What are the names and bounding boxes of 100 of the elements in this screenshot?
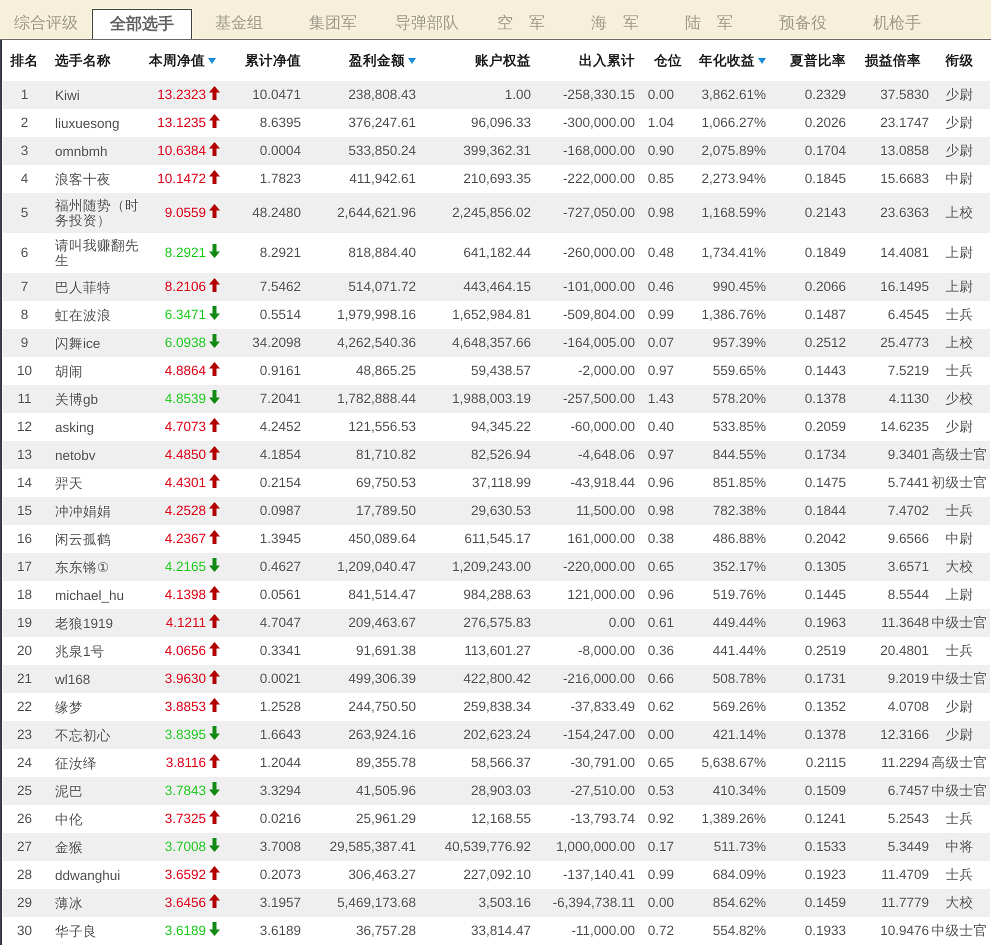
table-cell: -509,804.00 (562, 307, 635, 322)
table-cell: 士兵 (946, 307, 974, 322)
table-cell: 449.44% (712, 615, 766, 630)
table-cell: 0.1933 (804, 923, 846, 938)
table-cell: 113,601.27 (464, 643, 531, 658)
table-cell: 17,789.50 (356, 503, 416, 518)
table-cell: 士兵 (946, 867, 974, 882)
tab[interactable]: 空 军 (474, 9, 568, 39)
table-cell: 2,245,856.02 (452, 205, 531, 220)
table-cell: 28,903.03 (470, 783, 531, 798)
table-cell: 12.3166 (880, 727, 929, 742)
table-cell: -258,330.15 (562, 87, 635, 102)
table-cell: 5.3449 (888, 839, 929, 854)
table-cell: 3.7843 (164, 783, 206, 798)
table-cell: 4.4301 (164, 475, 206, 490)
table-cell: 684.09% (712, 867, 766, 882)
table-cell: 10.9476 (880, 923, 929, 938)
table-cell: 15.6683 (880, 171, 929, 186)
table-cell: 533,850.24 (348, 143, 416, 158)
tab[interactable]: 基金组 (192, 9, 286, 39)
table-cell: 闪舞ice (55, 336, 100, 350)
table-cell: 29,585,387.41 (330, 839, 416, 854)
table-cell: 0.07 (648, 335, 674, 350)
table-cell: 巴人菲特 (55, 280, 111, 294)
table-cell: ddwanghui (55, 868, 120, 882)
table-cell: 0.00 (648, 87, 674, 102)
table-cell: 2,075.89% (701, 143, 766, 158)
table-cell: 4.2528 (164, 503, 206, 518)
column-header[interactable]: 本周净值 (147, 40, 224, 81)
table-cell: 金猴 (55, 840, 83, 854)
tab[interactable]: 海 军 (568, 9, 662, 39)
table-cell: 虹在波浪 (55, 308, 111, 322)
table-cell: 0.0021 (260, 671, 301, 686)
sort-icon (408, 58, 416, 64)
table-cell: 40,539,776.92 (444, 839, 531, 854)
table-cell: 399,362.31 (463, 143, 531, 158)
table-cell: 37.5830 (880, 87, 929, 102)
table-cell: 3,503.16 (478, 895, 531, 910)
tab[interactable]: 综合评级 (0, 9, 92, 39)
column-header: 仓位 (643, 40, 682, 81)
table-cell: 老狼1919 (55, 616, 114, 630)
table-cell: 9.2019 (888, 671, 929, 686)
table-cell: 12 (16, 419, 32, 434)
table-cell: 89,355.78 (356, 755, 416, 770)
tab[interactable]: 导弹部队 (380, 9, 474, 39)
table-cell: 0.99 (648, 867, 674, 882)
table-cell: -4,648.06 (578, 447, 635, 462)
table-cell: 2,644,621.96 (337, 205, 416, 220)
tab[interactable]: 全部选手 (92, 9, 192, 39)
table-cell: 上校 (946, 335, 974, 350)
table-cell: 11.3648 (881, 615, 929, 630)
table-cell: -260,000.00 (562, 245, 635, 260)
sort-icon (208, 58, 216, 64)
table-cell: 34.2098 (252, 335, 301, 350)
table-cell: 91,691.38 (356, 643, 416, 658)
table-cell: 16.1495 (880, 279, 929, 294)
table-cell: 4.1211 (166, 615, 206, 630)
table-cell: 3.3294 (260, 783, 301, 798)
table-cell: 1.6643 (260, 727, 301, 742)
table-cell: 376,247.61 (348, 115, 416, 130)
column-header: 夏普比率 (774, 40, 854, 81)
table-cell: 26 (16, 811, 32, 826)
table-cell: -154,247.00 (562, 727, 635, 742)
table-cell: 5,638.67% (701, 755, 766, 770)
table-cell: 58,566.37 (470, 755, 531, 770)
table-cell: 22 (16, 699, 32, 714)
tab[interactable]: 预备役 (756, 9, 850, 39)
column-header: 累计净值 (224, 40, 309, 81)
table-cell: 48.2480 (252, 205, 301, 220)
table-cell: 957.39% (712, 335, 766, 350)
table-cell: 少尉 (946, 115, 974, 130)
table-cell: 少尉 (946, 87, 974, 102)
table-cell: 浪客十夜 (55, 172, 111, 186)
table-cell: 5,469,173.68 (337, 895, 416, 910)
table-cell: 3.7325 (164, 811, 206, 826)
table-cell: 25,961.29 (356, 811, 416, 826)
table-cell: 8.2106 (164, 279, 206, 294)
table-cell: 少尉 (946, 727, 974, 742)
table-cell: 0.36 (648, 643, 674, 658)
table-cell: 0.0216 (260, 811, 301, 826)
tab[interactable]: 集团军 (286, 9, 380, 39)
table-cell: 0.98 (648, 503, 674, 518)
tab[interactable]: 机枪手 (850, 9, 944, 39)
tab[interactable]: 陆 军 (662, 9, 756, 39)
table-cell: 514,071.72 (348, 279, 416, 294)
table-cell: 4 (20, 171, 28, 186)
table-cell: 0.2519 (804, 643, 846, 658)
column-header[interactable]: 盈利金额 (309, 40, 424, 81)
table-cell: 29 (16, 895, 32, 910)
table-cell: 25.4773 (880, 335, 929, 350)
table-cell: 中尉 (946, 531, 974, 546)
table-cell: 4.1398 (164, 587, 206, 602)
table-cell: 1.2044 (260, 755, 301, 770)
table-cell: 不忘初心 (55, 728, 111, 742)
table-cell: 1,652,984.81 (452, 307, 531, 322)
column-header[interactable]: 年化收益 (682, 40, 774, 81)
table-cell: 14 (16, 475, 32, 490)
column-header: 损益倍率 (854, 40, 929, 81)
table-cell: 0.1509 (804, 783, 846, 798)
table-cell: 569.26% (712, 699, 766, 714)
